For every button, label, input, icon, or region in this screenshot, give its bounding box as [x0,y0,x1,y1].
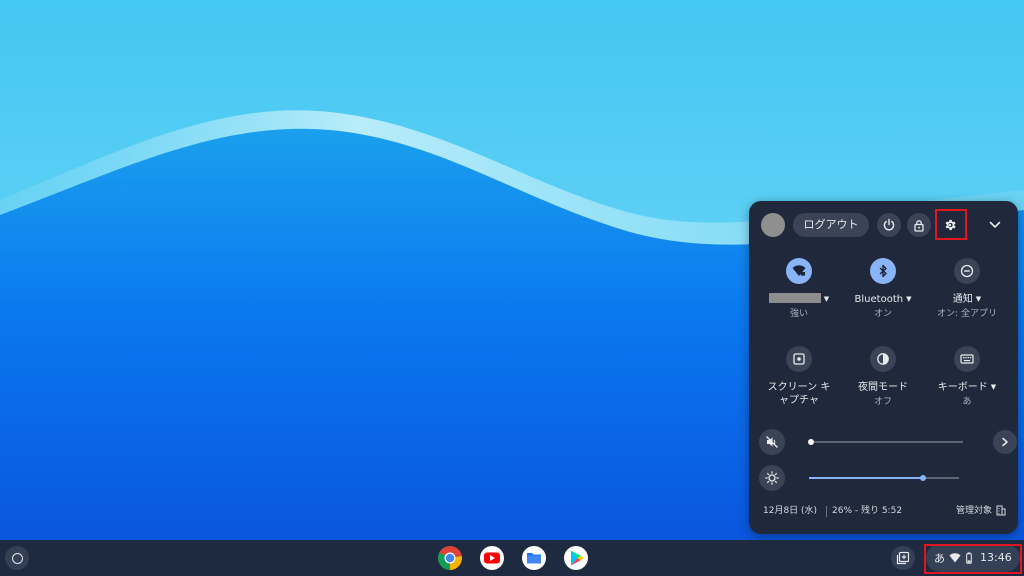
status-tray[interactable]: あ 13:46 [926,544,1020,572]
tile-keyboard[interactable]: キーボード ▼ あ [927,346,1007,409]
do-not-disturb-icon [960,264,974,278]
night-light-toggle[interactable] [870,346,896,372]
bluetooth-label: Bluetooth ▼ [843,293,923,306]
tote-button[interactable] [891,546,915,570]
chevron-right-icon [1002,437,1009,447]
notifications-label-text: 通知 [952,294,973,305]
bluetooth-icon [879,264,887,278]
tile-notifications[interactable]: 通知 ▼ オン: 全アプリ [927,258,1007,321]
notifications-toggle[interactable] [954,258,980,284]
user-avatar[interactable] [761,213,785,237]
wifi-lock-icon [792,265,806,276]
bluetooth-toggle[interactable] [870,258,896,284]
settings-highlight-box [935,209,967,240]
keyboard-status: あ [962,397,972,407]
lock-button[interactable] [907,213,931,237]
logout-button[interactable]: ログアウト [793,213,869,237]
keyboard-toggle[interactable] [954,346,980,372]
quick-settings-panel: ログアウト ▼ 強い Bluetooth ▼ オン 通知 ▼ オン: 全アプリ … [749,201,1018,534]
brightness-slider-thumb[interactable] [920,475,926,481]
footer-divider [826,506,827,517]
launcher-circle-icon [11,552,23,564]
screen-capture-label: スクリーン キャプチャ [767,382,831,406]
network-menu-caret[interactable]: ▼ [824,295,829,303]
brightness-button[interactable] [759,465,785,491]
keyboard-label: キーボード ▼ [927,381,1007,394]
collapse-button[interactable] [985,215,1005,235]
keyboard-menu-caret[interactable]: ▼ [991,383,996,391]
enterprise-icon[interactable] [996,505,1006,516]
managed-label[interactable]: 管理対象 [956,503,992,519]
notifications-label: 通知 ▼ [927,293,1007,306]
brightness-slider-fill [809,477,923,479]
volume-slider-row [759,429,1017,455]
play-store-icon[interactable] [563,545,589,571]
network-status: 強い [789,309,808,319]
brightness-slider[interactable] [809,475,959,481]
night-light-label: 夜間モード [858,382,908,393]
tile-network[interactable]: ▼ 強い [759,258,839,321]
tile-bluetooth[interactable]: Bluetooth ▼ オン [843,258,923,321]
keyboard-label-text: キーボード [937,382,988,393]
clock: 13:46 [980,551,1012,564]
network-toggle[interactable] [786,258,812,284]
power-button[interactable] [877,213,901,237]
chrome-icon[interactable] [437,545,463,571]
night-light-icon [877,353,889,365]
wifi-icon [949,553,961,563]
battery-icon [966,552,972,564]
ime-indicator: あ [934,552,945,565]
audio-settings-button[interactable] [993,430,1017,454]
screen-capture-toggle[interactable] [786,346,812,372]
bluetooth-status: オン [873,309,892,319]
screen-capture-icon [793,353,805,365]
youtube-icon[interactable] [479,545,505,571]
tile-screen-capture[interactable]: スクリーン キャプチャ [759,346,839,407]
battery-status[interactable]: 26% - 残り 5:52 [832,503,902,519]
launcher-button[interactable] [5,546,29,570]
keyboard-icon [960,354,974,364]
date-label[interactable]: 12月8日 (水) [763,503,817,519]
tote-icon [896,551,910,565]
chevron-down-icon [989,221,1001,229]
brightness-slider-row [759,465,1009,491]
redacted-network-name [768,293,821,303]
volume-muted-icon [766,436,778,448]
bluetooth-menu-caret[interactable]: ▼ [906,295,911,303]
brightness-icon [765,471,779,485]
volume-slider[interactable] [808,439,963,445]
quick-settings-footer: 12月8日 (水) 26% - 残り 5:52 管理対象 [763,503,1006,519]
notifications-menu-caret[interactable]: ▼ [976,295,981,303]
tile-night-light[interactable]: 夜間モード オフ [843,346,923,409]
lock-icon [914,219,924,232]
volume-slider-thumb[interactable] [808,439,814,445]
bluetooth-label-text: Bluetooth [854,294,904,305]
shelf: あ 13:46 [0,540,1024,576]
notifications-status: オン: 全アプリ [937,309,997,319]
network-name: ▼ [759,293,839,306]
mute-button[interactable] [759,429,785,455]
night-light-status: オフ [873,397,892,407]
power-icon [883,218,895,231]
files-icon[interactable] [521,545,547,571]
